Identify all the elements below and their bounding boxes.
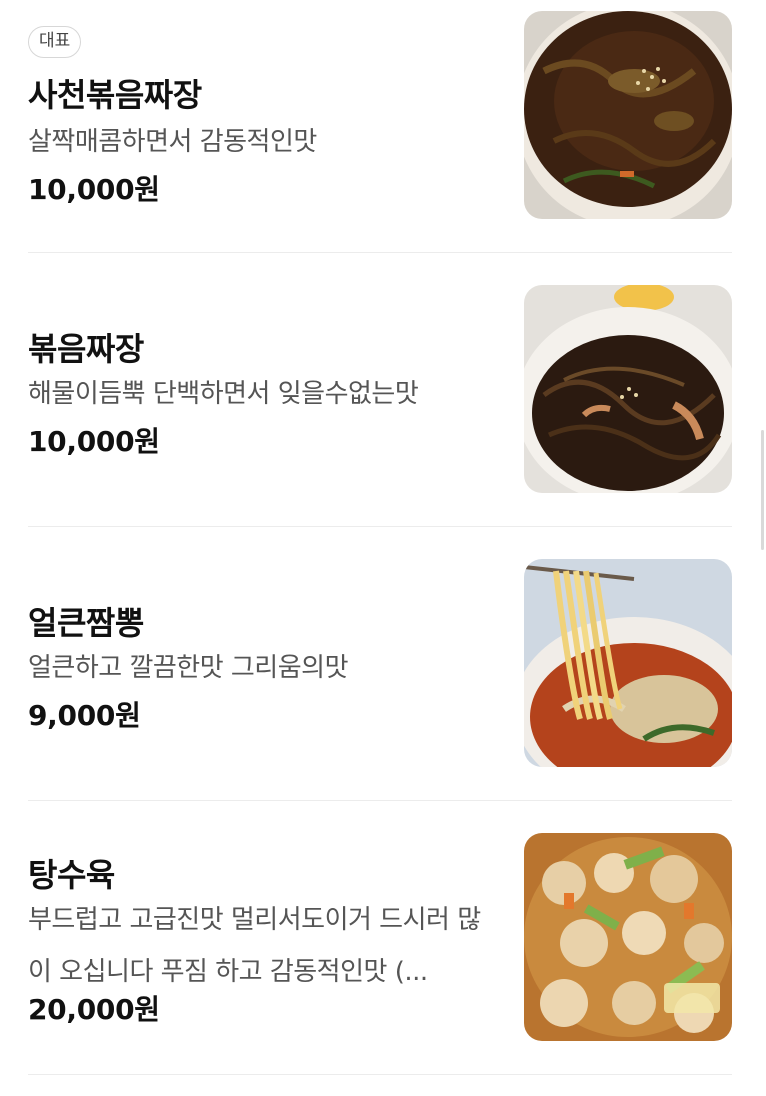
menu-item-price: 20,000원 — [28, 993, 160, 1026]
menu-item[interactable]: 탕수육 부드럽고 고급진맛 멀리서도이거 드시러 많이 오십니다 푸짐 하고 감… — [28, 822, 732, 1096]
jjamppong-photo[interactable] — [524, 559, 732, 767]
menu-item-name: 볶음짜장 — [28, 330, 144, 368]
menu-item-price: 10,000원 — [28, 173, 160, 206]
menu-item-name: 사천볶음짜장 — [28, 76, 202, 114]
divider — [28, 800, 732, 801]
menu-item-description: 얼큰하고 깔끔한맛 그리움의맛 — [28, 653, 349, 683]
tangsuyuk-image — [524, 833, 732, 1041]
menu-item-price: 9,000원 — [28, 699, 141, 732]
jjajang-noodle-photo[interactable] — [524, 11, 732, 219]
divider — [28, 1074, 732, 1075]
menu-item[interactable]: 얼큰짬뽕 얼큰하고 깔끔한맛 그리움의맛 9,000원 — [28, 548, 732, 822]
menu-item-description: 부드럽고 고급진맛 멀리서도이거 드시러 많이 오십니다 푸짐 하고 감동적인맛… — [28, 905, 481, 987]
divider — [28, 526, 732, 527]
jjamppong-image — [524, 559, 732, 767]
menu-item-name: 얼큰짬뽕 — [28, 604, 144, 642]
divider — [28, 252, 732, 253]
signature-badge: 대표 — [28, 26, 82, 58]
menu-item[interactable]: 볶음짜장 해물이듬뿍 단백하면서 잊을수없는맛 10,000원 — [28, 274, 732, 548]
menu-item-description: 해물이듬뿍 단백하면서 잊을수없는맛 — [28, 379, 419, 409]
tangsuyuk-photo[interactable] — [524, 833, 732, 1041]
scrollbar[interactable] — [761, 430, 764, 550]
stir-fried-jjajang-image — [524, 285, 732, 493]
menu-item-description: 살짝매콤하면서 감동적인맛 — [28, 127, 317, 157]
menu-item-price: 10,000원 — [28, 425, 160, 458]
menu-item-name: 탕수육 — [28, 856, 115, 894]
jjajang-noodle-image — [524, 11, 732, 219]
stir-fried-jjajang-photo[interactable] — [524, 285, 732, 493]
menu-item[interactable]: 대표 사천볶음짜장 살짝매콤하면서 감동적인맛 10,000원 — [28, 0, 732, 274]
